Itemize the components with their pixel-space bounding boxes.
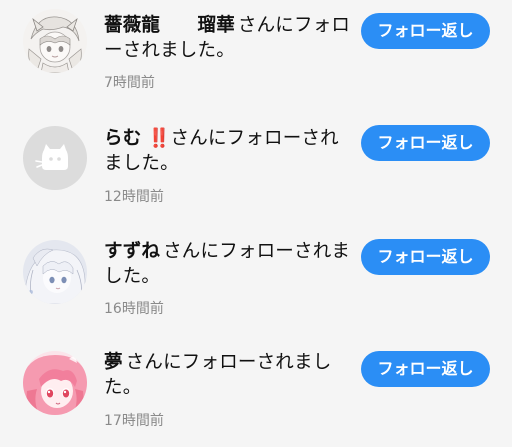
follow-notice-text: さんにフォローされました。 xyxy=(104,352,332,398)
anime-girl-sketch-avatar-icon xyxy=(23,9,87,73)
user-avatar[interactable] xyxy=(23,351,87,415)
notification-message: らむ ‼️ さんにフォローされました。 xyxy=(104,126,352,176)
follow-back-button[interactable]: フォロー返し xyxy=(361,125,490,161)
username[interactable]: 薔薇龍 瑠華 xyxy=(104,15,235,36)
username[interactable]: 夢 xyxy=(104,352,123,373)
notification-message: 夢さんにフォローされました。 xyxy=(104,350,352,400)
notification-item[interactable]: らむ ‼️ さんにフォローされました。 12時間前 フォロー返し xyxy=(0,110,512,220)
emoji-decoration: ‼️ xyxy=(147,128,171,149)
timestamp: 7時間前 xyxy=(104,75,155,91)
follow-back-button[interactable]: フォロー返し xyxy=(361,13,490,49)
notification-message: すずね さんにフォローされました。 xyxy=(104,239,352,289)
notification-message: 薔薇龍 瑠華 さんにフォローされました。 xyxy=(104,13,352,63)
user-avatar[interactable] xyxy=(23,240,87,304)
username[interactable]: らむ xyxy=(104,128,141,149)
timestamp: 16時間前 xyxy=(104,301,164,317)
notification-list: 薔薇龍 瑠華 さんにフォローされました。 7時間前 フォロー返し らむ ‼️ さんに… xyxy=(0,0,512,447)
follow-back-button[interactable]: フォロー返し xyxy=(361,239,490,275)
timestamp: 17時間前 xyxy=(104,413,164,429)
user-avatar[interactable] xyxy=(23,126,87,190)
anime-girl-pink-hair-avatar-icon xyxy=(23,351,87,415)
anime-girl-white-hair-avatar-icon xyxy=(23,240,87,304)
timestamp: 12時間前 xyxy=(104,189,164,205)
username[interactable]: すずね xyxy=(104,241,160,262)
notification-item[interactable]: 夢さんにフォローされました。 17時間前 フォロー返し xyxy=(0,330,512,440)
user-avatar[interactable] xyxy=(23,9,87,73)
notification-item[interactable]: すずね さんにフォローされました。 16時間前 フォロー返し xyxy=(0,220,512,330)
default-cat-avatar-icon xyxy=(23,126,87,190)
follow-back-button[interactable]: フォロー返し xyxy=(361,351,490,387)
notification-item[interactable]: 薔薇龍 瑠華 さんにフォローされました。 7時間前 フォロー返し xyxy=(0,0,512,110)
